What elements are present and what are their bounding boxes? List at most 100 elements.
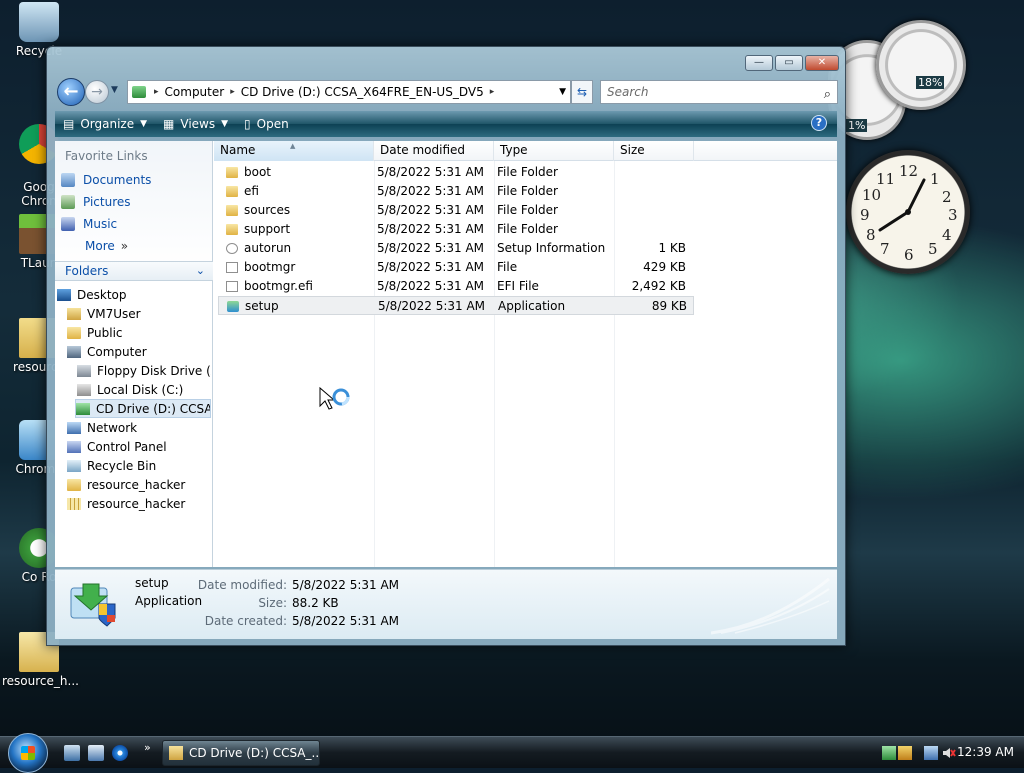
- breadcrumb-separator[interactable]: ▸: [154, 87, 159, 97]
- tree-item-control-panel[interactable]: Control Panel: [67, 437, 211, 456]
- volume-muted-icon[interactable]: [942, 746, 956, 760]
- tree-item-recycle-bin[interactable]: Recycle Bin: [67, 456, 211, 475]
- favorite-pictures[interactable]: Pictures: [61, 195, 131, 209]
- file-name: setup: [245, 299, 279, 313]
- views-icon: ▦: [163, 117, 175, 131]
- tree-item-local-disk[interactable]: Local Disk (C:): [77, 380, 211, 399]
- user-folder-icon: [67, 307, 81, 320]
- refresh-button[interactable]: ⇆: [571, 80, 593, 104]
- clock-gadget[interactable]: 12 1 2 3 4 5 6 7 8 9 10 11: [846, 150, 970, 274]
- organize-button[interactable]: ▤ Organize ▼: [55, 117, 155, 131]
- folder-icon: [226, 166, 238, 178]
- file-row[interactable]: bootmgr.efi 5/8/2022 5:31 AM EFI File 2,…: [218, 277, 694, 296]
- favorite-more[interactable]: More »: [85, 239, 128, 253]
- desktop-icon-label: resource_h...: [2, 674, 79, 688]
- file-row-selected[interactable]: setup 5/8/2022 5:31 AM Application 89 KB: [218, 296, 694, 315]
- hard-disk-icon: [77, 383, 91, 396]
- breadcrumb-cd-drive[interactable]: CD Drive (D:) CCSA_X64FRE_EN-US_DV5: [241, 85, 484, 99]
- folders-toggle[interactable]: Folders ⌄: [55, 261, 213, 281]
- document-icon: ▯: [244, 117, 251, 131]
- folder-icon: [226, 185, 238, 197]
- folder-icon: [67, 326, 81, 339]
- address-dropdown[interactable]: ▼: [559, 87, 566, 97]
- folder-icon: [67, 478, 81, 491]
- quick-launch-more-button[interactable]: »: [144, 741, 151, 754]
- arrow-left-icon: ←: [63, 81, 79, 102]
- file-type: File Folder: [497, 203, 558, 217]
- sidebar-tray-icon[interactable]: [882, 746, 896, 760]
- tree-item-resource-hacker-folder[interactable]: resource_hacker: [67, 475, 211, 494]
- recent-pages-dropdown[interactable]: ▼: [111, 85, 118, 95]
- explorer-window[interactable]: — ▭ ✕ ← → ▼ ▸ Computer ▸ CD Drive (D:) C…: [46, 46, 846, 646]
- security-tray-icon[interactable]: [898, 746, 912, 760]
- file-name: autorun: [244, 241, 292, 255]
- file-row[interactable]: autorun 5/8/2022 5:31 AM Setup Informati…: [218, 239, 694, 258]
- internet-explorer-icon[interactable]: [112, 745, 128, 761]
- breadcrumb-computer[interactable]: Computer: [165, 85, 225, 99]
- control-panel-icon: [67, 440, 81, 453]
- column-label: Name: [220, 143, 256, 157]
- tree-item-desktop[interactable]: Desktop: [57, 285, 211, 304]
- search-input[interactable]: Search ⌕: [600, 80, 838, 104]
- network-tray-icon[interactable]: [924, 746, 938, 760]
- back-button[interactable]: ←: [57, 78, 85, 106]
- column-header-type[interactable]: Type: [494, 141, 614, 161]
- start-button[interactable]: [8, 733, 48, 773]
- tree-item-network[interactable]: Network: [67, 418, 211, 437]
- show-desktop-icon[interactable]: [64, 745, 80, 761]
- details-file-name: setup: [135, 576, 169, 590]
- tree-item-computer[interactable]: Computer: [67, 342, 211, 361]
- file-row[interactable]: support 5/8/2022 5:31 AM File Folder: [218, 220, 694, 239]
- search-icon[interactable]: ⌕: [824, 84, 831, 106]
- favorite-documents[interactable]: Documents: [61, 173, 151, 187]
- favorite-music[interactable]: Music: [61, 217, 117, 231]
- file-row[interactable]: bootmgr 5/8/2022 5:31 AM File 429 KB: [218, 258, 694, 277]
- memory-meter-gadget[interactable]: [876, 20, 966, 110]
- windows-logo-icon: [21, 746, 35, 760]
- arrow-right-icon: →: [91, 84, 103, 100]
- floppy-drive-icon: [77, 364, 91, 377]
- file-row[interactable]: efi 5/8/2022 5:31 AM File Folder: [218, 182, 694, 201]
- taskbar-clock[interactable]: 12:39 AM: [957, 745, 1014, 759]
- file-icon: [226, 261, 238, 273]
- breadcrumb-separator[interactable]: ▸: [230, 87, 235, 97]
- organize-icon: ▤: [63, 117, 75, 131]
- close-button[interactable]: ✕: [805, 55, 839, 71]
- open-button[interactable]: ▯ Open: [236, 117, 297, 131]
- file-name: support: [244, 222, 291, 236]
- cd-drive-icon: [132, 86, 146, 98]
- tree-item-cd-drive[interactable]: CD Drive (D:) CCSA_X6: [75, 399, 211, 418]
- caption-buttons: — ▭ ✕: [745, 55, 839, 71]
- column-header-name[interactable]: ▲ Name: [214, 141, 374, 161]
- file-date: 5/8/2022 5:31 AM: [377, 203, 485, 217]
- file-type: Setup Information: [497, 241, 606, 255]
- file-row[interactable]: sources 5/8/2022 5:31 AM File Folder: [218, 201, 694, 220]
- file-size: 429 KB: [643, 260, 686, 274]
- switch-windows-icon[interactable]: [88, 745, 104, 761]
- recycle-bin-icon: [19, 2, 59, 42]
- file-size: 2,492 KB: [631, 279, 686, 293]
- cd-drive-icon: [76, 402, 90, 415]
- column-header-date-modified[interactable]: Date modified: [374, 141, 494, 161]
- taskbar-button-explorer[interactable]: CD Drive (D:) CCSA_...: [162, 740, 320, 766]
- tree-item-vm7user[interactable]: VM7User: [67, 304, 211, 323]
- tree-item-label: Computer: [87, 344, 147, 359]
- refresh-icon: ⇆: [576, 85, 588, 99]
- open-label: Open: [256, 117, 289, 131]
- views-button[interactable]: ▦ Views ▼: [155, 117, 236, 131]
- tree-item-floppy-drive[interactable]: Floppy Disk Drive (A:): [77, 361, 211, 380]
- help-icon[interactable]: ?: [811, 115, 827, 131]
- tree-item-resource-hacker-zip[interactable]: resource_hacker: [67, 494, 211, 513]
- chevron-down-icon: ▼: [221, 119, 229, 129]
- tree-item-public[interactable]: Public: [67, 323, 211, 342]
- address-bar[interactable]: ▸ Computer ▸ CD Drive (D:) CCSA_X64FRE_E…: [127, 80, 571, 104]
- breadcrumb-separator[interactable]: ▸: [490, 87, 495, 97]
- favorite-label: Documents: [83, 173, 152, 187]
- forward-button[interactable]: →: [85, 80, 109, 104]
- maximize-button[interactable]: ▭: [775, 55, 803, 71]
- file-row[interactable]: boot 5/8/2022 5:31 AM File Folder: [218, 163, 694, 182]
- minimize-button[interactable]: —: [745, 55, 773, 71]
- column-header-row: ▲ Name Date modified Type Size: [214, 141, 837, 161]
- column-header-size[interactable]: Size: [614, 141, 694, 161]
- setup-information-icon: [226, 242, 238, 254]
